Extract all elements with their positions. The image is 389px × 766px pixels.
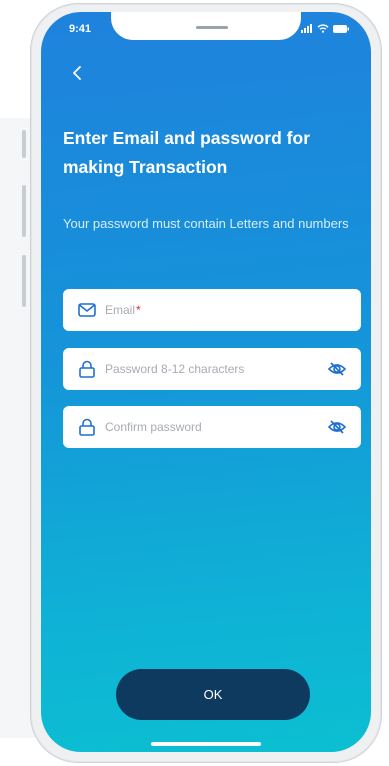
home-indicator [151, 742, 261, 746]
chevron-left-icon [73, 66, 81, 80]
eye-off-icon[interactable] [327, 417, 347, 437]
email-field[interactable]: Email * [63, 289, 361, 331]
status-icons [301, 24, 349, 33]
device-side-button [22, 255, 26, 307]
battery-icon [333, 24, 349, 33]
back-button[interactable] [67, 62, 87, 84]
required-mark: * [136, 303, 141, 317]
lock-icon [77, 359, 97, 379]
confirm-password-placeholder: Confirm password [105, 420, 202, 434]
page-title: Enter Email and password for making Tran… [63, 128, 310, 177]
email-placeholder: Email [105, 303, 136, 317]
password-placeholder: Password 8-12 characters [105, 362, 245, 376]
page-subtitle: Your password must contain Letters and n… [63, 216, 349, 231]
signal-icon [301, 24, 312, 33]
mail-icon [77, 300, 97, 320]
ok-button[interactable]: OK [116, 669, 310, 720]
lock-icon [77, 417, 97, 437]
wifi-icon [317, 24, 329, 33]
device-side-button [22, 185, 26, 237]
phone-screen: 9:41 Enter Email and password for making… [41, 12, 371, 752]
eye-off-icon[interactable] [327, 359, 347, 379]
password-field[interactable]: Password 8-12 characters [63, 348, 361, 390]
status-time: 9:41 [69, 23, 92, 35]
confirm-password-field[interactable]: Confirm password [63, 406, 361, 448]
device-side-button [22, 130, 26, 158]
speaker [196, 26, 228, 29]
